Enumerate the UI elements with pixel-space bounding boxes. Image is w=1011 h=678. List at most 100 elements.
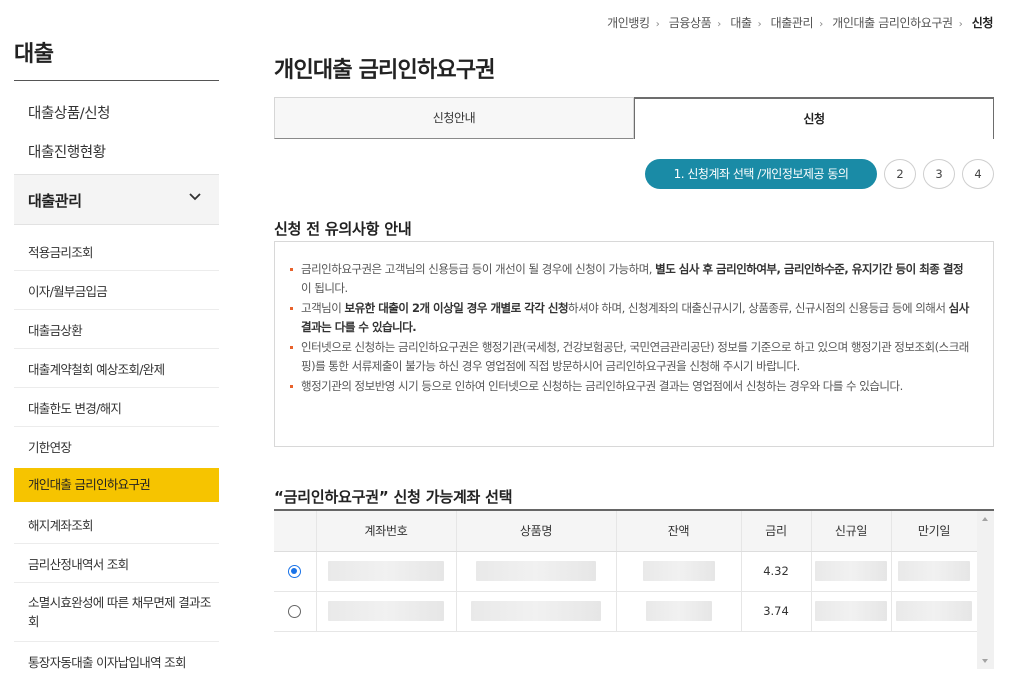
- step-3: 3: [923, 159, 955, 189]
- chevron-right-icon: ›: [958, 19, 963, 30]
- notice-text-bold: 보유한 대출이 2개 이상일 경우 개별로 각각 신청: [344, 301, 569, 315]
- step-2: 2: [884, 159, 916, 189]
- maturity-cell: [891, 591, 978, 632]
- accounts-title: “금리인하요구권” 신청 가능계좌 선택: [274, 488, 513, 506]
- page-title: 개인대출 금리인하요구권: [274, 58, 496, 83]
- sidebar-item-limit-change[interactable]: 대출한도 변경/해지: [14, 398, 219, 417]
- tab-guide[interactable]: 신청안내: [274, 97, 634, 139]
- maturity-cell: [891, 551, 978, 592]
- breadcrumb-item[interactable]: 대출: [730, 14, 752, 31]
- sidebar-group-label: 대출관리: [28, 192, 82, 210]
- divider: [14, 270, 219, 271]
- redacted-value: [898, 561, 970, 581]
- divider: [14, 348, 219, 349]
- divider: [14, 582, 219, 583]
- notice-box: 금리인하요구권은 고객님의 신용등급 등이 개선이 될 경우에 신청이 가능하며…: [274, 241, 994, 447]
- breadcrumb-item[interactable]: 대출관리: [771, 14, 814, 31]
- redacted-value: [642, 561, 715, 581]
- chevron-right-icon: ›: [655, 19, 660, 30]
- sidebar-item-repayment[interactable]: 대출금상환: [14, 320, 219, 339]
- notice-text: 금리인하요구권은 고객님의 신용등급 등이 개선이 될 경우에 신청이 가능하며…: [301, 262, 656, 276]
- divider: [14, 641, 219, 642]
- redacted-value: [815, 561, 887, 581]
- sidebar-item-closed-accounts[interactable]: 해지계좌조회: [14, 515, 219, 534]
- notice-item: 금리인하요구권은 고객님의 신용등급 등이 개선이 될 경우에 신청이 가능하며…: [289, 260, 971, 297]
- redacted-value: [328, 601, 444, 621]
- redacted-value: [476, 561, 596, 581]
- rate-cell: 4.32: [741, 551, 812, 592]
- sidebar-item-loan-progress[interactable]: 대출진행현황: [28, 141, 106, 162]
- sidebar-item-contract-withdrawal[interactable]: 대출계약철회 예상조회/완제: [14, 359, 219, 378]
- product-cell: [456, 551, 617, 592]
- breadcrumb-item[interactable]: 금융상품: [669, 14, 712, 31]
- sidebar-item-rate-cut-request[interactable]: 개인대출 금리인하요구권: [14, 468, 219, 502]
- step-indicator: 1. 신청계좌 선택 /개인정보제공 동의 2 3 4: [644, 159, 994, 189]
- sidebar-title: 대출: [14, 42, 54, 67]
- notice-text: 하셔야 하며, 신청계좌의 대출신규시기, 상품종류, 신규시점의 신용등급 등…: [568, 301, 949, 315]
- balance-cell: [616, 591, 742, 632]
- sidebar: 대출 대출상품/신청 대출진행현황 대출관리 적용금리조회 이자/월부금입금 대…: [14, 0, 219, 678]
- chevron-right-icon: ›: [819, 19, 823, 30]
- step-4: 4: [962, 159, 994, 189]
- redacted-value: [815, 601, 887, 621]
- balance-cell: [616, 551, 742, 592]
- redacted-value: [896, 601, 972, 621]
- chevron-down-icon: [189, 193, 201, 201]
- notice-item: 인터넷으로 신청하는 금리인하요구권은 행정기관(국세청, 건강보험공단, 국민…: [289, 338, 971, 375]
- sidebar-item-overdraft-interest[interactable]: 통장자동대출 이자납입내역 조회: [14, 652, 219, 671]
- step-1-active: 1. 신청계좌 선택 /개인정보제공 동의: [645, 159, 877, 189]
- account-radio[interactable]: [288, 565, 302, 578]
- sidebar-item-loan-products[interactable]: 대출상품/신청: [28, 102, 111, 123]
- sidebar-item-debt-exemption[interactable]: 소멸시효완성에 따른 채무면제 결과조회: [14, 593, 219, 631]
- sidebar-group-loan-management[interactable]: 대출관리: [14, 174, 219, 225]
- breadcrumb-item[interactable]: 개인뱅킹: [607, 14, 650, 31]
- divider: [14, 543, 219, 544]
- col-header-rate: 금리: [741, 511, 812, 552]
- accounts-table: 계좌번호 상품명 잔액 금리 신규일 만기일 4.32 3.74: [274, 509, 994, 669]
- table-scrollbar[interactable]: [977, 511, 994, 669]
- sidebar-item-extension[interactable]: 기한연장: [14, 437, 219, 456]
- breadcrumb-current: 신청: [971, 16, 994, 30]
- redacted-value: [328, 561, 444, 581]
- rate-cell: 3.74: [741, 591, 812, 632]
- notice-text: 인터넷으로 신청하는 금리인하요구권은 행정기관(국세청, 건강보험공단, 국민…: [301, 340, 969, 373]
- divider: [14, 426, 219, 427]
- col-header-account-no: 계좌번호: [316, 511, 457, 552]
- scroll-down-arrow-icon[interactable]: [977, 652, 994, 669]
- scroll-up-arrow-icon[interactable]: [977, 511, 994, 528]
- col-header-select: [274, 511, 317, 552]
- notice-text: 고객님이: [301, 301, 345, 315]
- sidebar-item-rate-statement[interactable]: 금리산정내역서 조회: [14, 554, 219, 573]
- table-row[interactable]: 4.32: [274, 551, 978, 592]
- tab-apply[interactable]: 신청: [634, 97, 994, 139]
- breadcrumb-item[interactable]: 개인대출 금리인하요구권: [832, 14, 953, 31]
- table-header-row: 계좌번호 상품명 잔액 금리 신규일 만기일: [274, 511, 978, 552]
- table-row[interactable]: 3.74: [274, 591, 978, 632]
- select-cell: [274, 591, 317, 632]
- sidebar-item-applied-rate[interactable]: 적용금리조회: [14, 242, 219, 261]
- redacted-value: [645, 601, 712, 621]
- col-header-product: 상품명: [456, 511, 617, 552]
- account-no-cell: [316, 591, 457, 632]
- notice-item: 고객님이 보유한 대출이 2개 이상일 경우 개별로 각각 신청하셔야 하며, …: [289, 299, 971, 336]
- select-cell: [274, 551, 317, 592]
- divider: [14, 80, 219, 81]
- col-header-maturity: 만기일: [891, 511, 978, 552]
- notice-text: 행정기관의 정보반영 시기 등으로 인하여 인터넷으로 신청하는 금리인하요구권…: [301, 379, 903, 393]
- notice-text: 이 됩니다.: [301, 280, 348, 295]
- notice-item: 행정기관의 정보반영 시기 등으로 인하여 인터넷으로 신청하는 금리인하요구권…: [289, 377, 971, 396]
- col-header-open-date: 신규일: [811, 511, 892, 552]
- divider: [14, 309, 219, 310]
- notice-title: 신청 전 유의사항 안내: [274, 220, 412, 238]
- product-cell: [456, 591, 617, 632]
- open-date-cell: [811, 591, 892, 632]
- account-no-cell: [316, 551, 457, 592]
- col-header-balance: 잔액: [616, 511, 742, 552]
- chevron-right-icon: ›: [757, 19, 762, 30]
- divider: [14, 387, 219, 388]
- sidebar-item-interest-payment[interactable]: 이자/월부금입금: [14, 281, 219, 300]
- breadcrumb: 개인뱅킹 › 금융상품 › 대출 › 대출관리 › 개인대출 금리인하요구권 › 신청: [607, 14, 993, 31]
- account-radio[interactable]: [288, 605, 302, 618]
- notice-text-bold: 별도 심사 후 금리인하여부, 금리인하수준, 유지기간 등이 최종 결정: [655, 262, 964, 276]
- redacted-value: [471, 601, 601, 621]
